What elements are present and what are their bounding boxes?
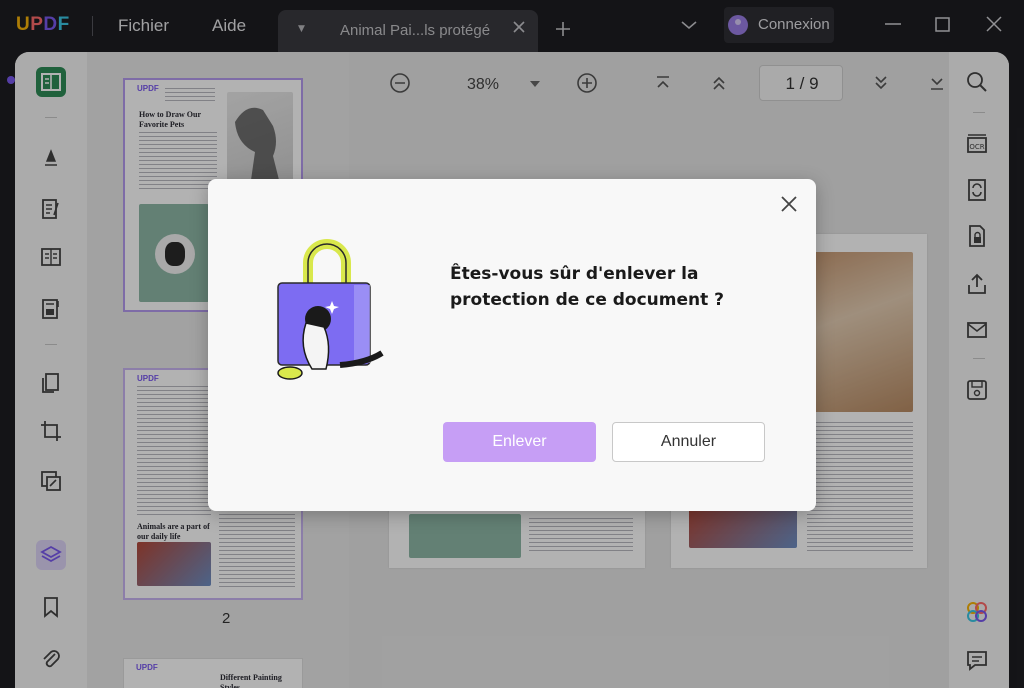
dialog-close-icon[interactable] [780, 195, 798, 213]
remove-protection-dialog: Êtes-vous sûr d'enlever la protection de… [208, 179, 816, 511]
remove-protection-button[interactable]: Enlever [443, 422, 596, 462]
dialog-question: Êtes-vous sûr d'enlever la protection de… [450, 264, 725, 310]
padlock-illustration-icon [277, 239, 384, 380]
cancel-button[interactable]: Annuler [612, 422, 765, 462]
